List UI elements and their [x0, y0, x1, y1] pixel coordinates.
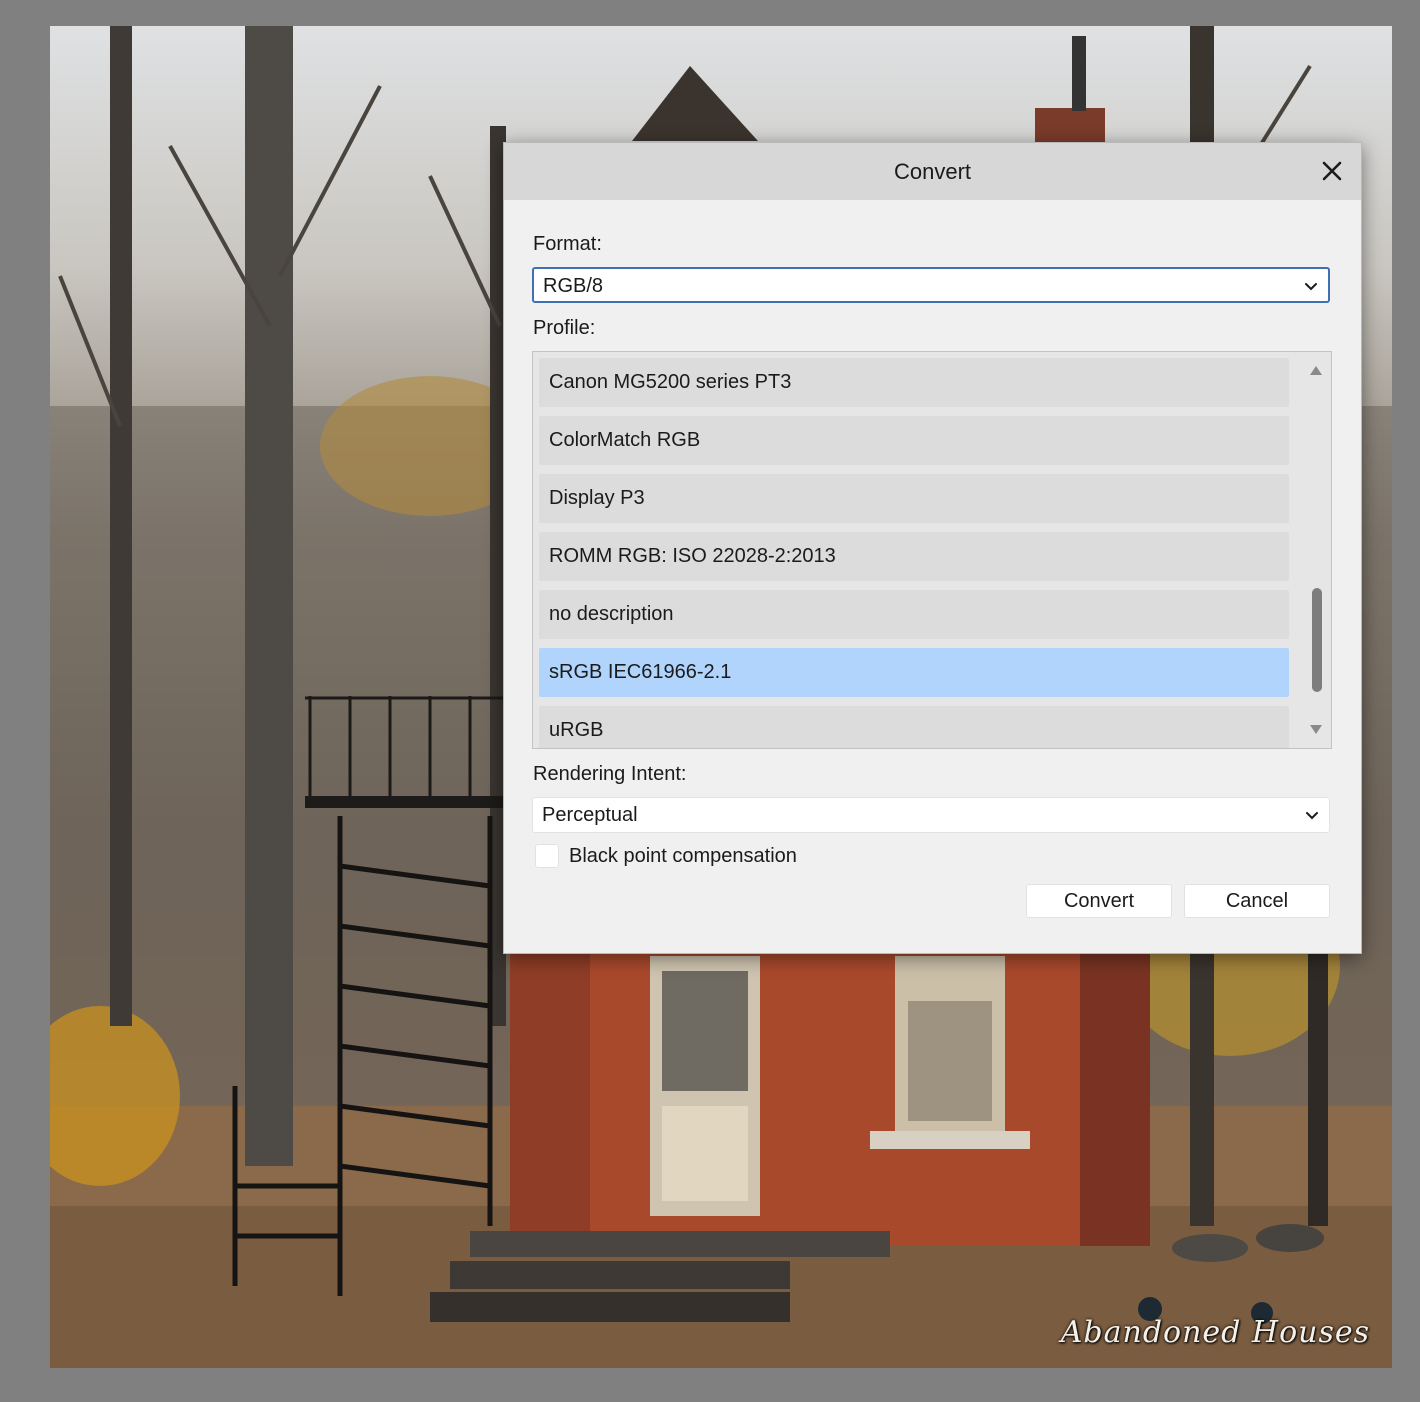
- scroll-down-arrow-icon[interactable]: [1308, 722, 1324, 738]
- convert-dialog: Convert Format: RGB/8 Profile: Canon MG5…: [503, 142, 1362, 954]
- profile-item[interactable]: uRGB: [539, 706, 1289, 748]
- watermark-text: Abandoned Houses: [1060, 1315, 1370, 1350]
- profile-item-label: ColorMatch RGB: [549, 429, 701, 451]
- black-point-compensation-checkbox[interactable]: [535, 844, 559, 868]
- format-value: RGB/8: [543, 275, 604, 297]
- profile-item[interactable]: Canon MG5200 series PT3: [539, 358, 1289, 407]
- profile-item[interactable]: no description: [539, 590, 1289, 639]
- profile-item-label: no description: [549, 603, 674, 625]
- profile-label: Profile:: [533, 317, 596, 339]
- profile-item-label: Canon MG5200 series PT3: [549, 371, 792, 393]
- close-icon: [1322, 161, 1342, 181]
- convert-button[interactable]: Convert: [1026, 884, 1172, 918]
- profile-item-label: sRGB IEC61966-2.1: [549, 661, 732, 683]
- profile-item[interactable]: Display P3: [539, 474, 1289, 523]
- chevron-down-icon: [1306, 812, 1318, 820]
- chevron-down-icon: [1305, 283, 1317, 291]
- scrollbar-thumb[interactable]: [1312, 588, 1322, 692]
- cancel-button[interactable]: Cancel: [1184, 884, 1330, 918]
- profile-item[interactable]: ColorMatch RGB: [539, 416, 1289, 465]
- dialog-titlebar[interactable]: Convert: [504, 143, 1361, 200]
- profile-item[interactable]: ROMM RGB: ISO 22028-2:2013: [539, 532, 1289, 581]
- profile-item-label: ROMM RGB: ISO 22028-2:2013: [549, 545, 836, 567]
- format-label: Format:: [533, 233, 602, 255]
- profile-item-label: Display P3: [549, 487, 645, 509]
- rendering-intent-label: Rendering Intent:: [533, 763, 687, 785]
- profile-item-label: uRGB: [549, 719, 604, 741]
- scroll-up-arrow-icon[interactable]: [1308, 362, 1324, 378]
- rendering-intent-value: Perceptual: [542, 804, 638, 826]
- profile-scrollbar[interactable]: [1301, 352, 1331, 748]
- black-point-compensation-label[interactable]: Black point compensation: [569, 845, 797, 868]
- rendering-intent-dropdown[interactable]: Perceptual: [532, 797, 1330, 833]
- profile-list[interactable]: Canon MG5200 series PT3 ColorMatch RGB D…: [532, 351, 1332, 749]
- close-button[interactable]: [1313, 152, 1351, 190]
- dialog-title: Convert: [893, 159, 972, 184]
- format-dropdown[interactable]: RGB/8: [532, 267, 1330, 303]
- profile-item-selected[interactable]: sRGB IEC61966-2.1: [539, 648, 1289, 697]
